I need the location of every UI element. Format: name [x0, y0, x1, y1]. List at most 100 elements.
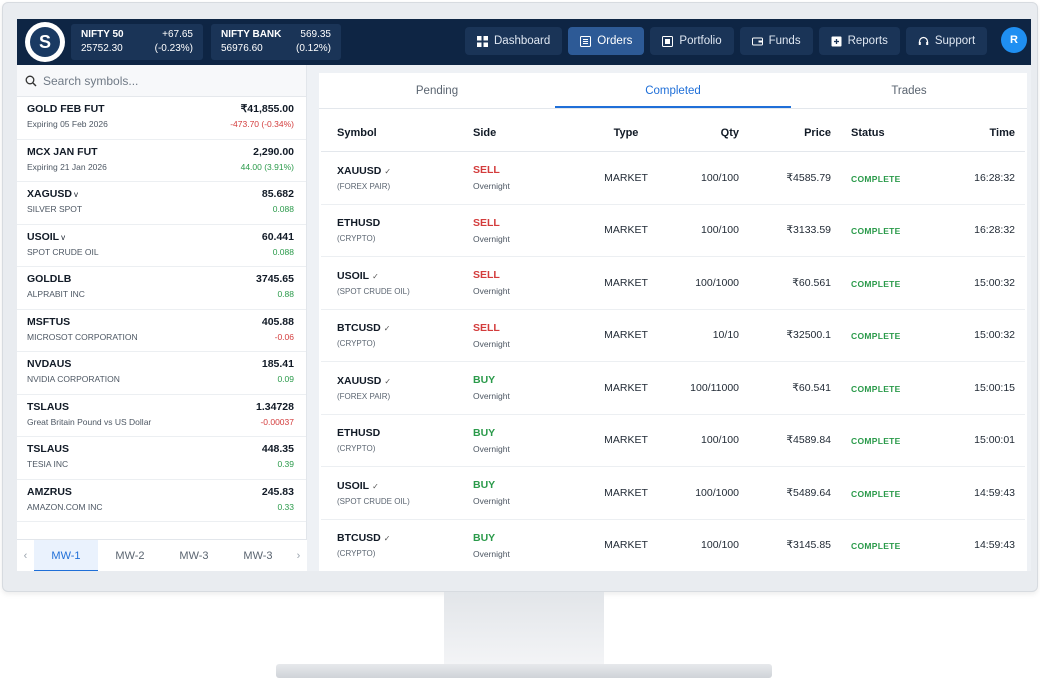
monitor-stand-base — [276, 664, 772, 678]
watchlist-tab[interactable]: MW-3 — [226, 540, 290, 572]
table-row[interactable]: USOIL ✓ (SPOT CRUDE OIL) SELL Overnight MARKE… — [321, 257, 1025, 310]
nav-portfolio[interactable]: Portfolio — [650, 27, 734, 55]
order-qty: 100/100 — [701, 224, 739, 237]
chevron-left-icon[interactable]: ‹ — [17, 550, 34, 562]
watchlist-item[interactable]: USOIL v SPOT CRUDE OIL 60.441 0.088 — [17, 225, 306, 267]
watchlist-item[interactable]: MSFTUS MICROSOT CORPORATION 405.88 -0.06 — [17, 310, 306, 352]
symbol-name: NVDAUS — [27, 358, 72, 370]
order-side: BUY — [473, 479, 496, 492]
order-type: MARKET — [604, 224, 648, 237]
status-badge: COMPLETE — [851, 226, 901, 237]
symbol-name: TSLAUS — [27, 443, 69, 455]
table-row[interactable]: XAUUSD ✓ (FOREX PAIR) SELL Overnight MARKET 10… — [321, 152, 1025, 205]
order-symbol-type: (CRYPTO) — [337, 234, 376, 244]
symbol-price: ₹41,855.00 — [240, 103, 294, 115]
nav-label: Funds — [768, 35, 801, 47]
table-row[interactable]: ETHUSD (CRYPTO) SELL Overnight MARKET 100/100… — [321, 205, 1025, 257]
symbol-change: -0.06 — [274, 331, 294, 342]
col-status[interactable]: Status — [831, 127, 921, 139]
order-qty: 100/100 — [701, 171, 739, 184]
ticker-name: NIFTY BANK — [221, 29, 282, 40]
watchlist-item[interactable]: XAGUSD v SILVER SPOT 85.682 0.088 — [17, 182, 306, 225]
order-product: Overnight — [473, 496, 510, 507]
nav-support[interactable]: Support — [905, 27, 988, 55]
nav-orders[interactable]: Orders — [568, 27, 645, 55]
symbol-price: 3745.65 — [256, 273, 294, 285]
col-price[interactable]: Price — [739, 127, 831, 139]
table-row[interactable]: XAUUSD ✓ (FOREX PAIR) BUY Overnight MARKET 100… — [321, 362, 1025, 415]
order-symbol-type: (CRYPTO) — [337, 339, 376, 349]
symbol-name: USOIL — [27, 230, 60, 243]
order-product: Overnight — [473, 548, 510, 559]
tab-trades[interactable]: Trades — [791, 73, 1027, 108]
symbol-change: 0.09 — [277, 374, 294, 384]
table-row[interactable]: BTCUSD ✓ (CRYPTO) SELL Overnight MARKET 10/10 ₹… — [321, 310, 1025, 362]
watchlist-tab[interactable]: MW-1 — [34, 539, 98, 571]
status-badge: COMPLETE — [851, 331, 901, 342]
watchlist-item[interactable]: TSLAUS Great Britain Pound vs US Dollar 1.… — [17, 395, 306, 437]
col-symbol[interactable]: Symbol — [321, 127, 459, 139]
watchlist: GOLD FEB FUT Expiring 05 Feb 2026 ₹41,855.… — [17, 97, 306, 522]
watchlist-item[interactable]: AMZRUS AMAZON.COM INC 245.83 0.33 — [17, 480, 306, 522]
order-symbol: ETHUSD — [337, 427, 381, 440]
top-bar: S NIFTY 50 +67.65 25752.30 (-0.23%) NIFTY … — [17, 19, 1031, 65]
symbol-price: 1.34728 — [256, 400, 294, 413]
ticker-niftybank[interactable]: NIFTY BANK 569.35 56976.60 (0.12%) — [211, 24, 341, 60]
avatar[interactable]: R — [1001, 27, 1027, 53]
symbol-description: AMAZON.COM INC — [27, 501, 103, 512]
watchlist-tab[interactable]: MW-2 — [98, 540, 162, 572]
table-row[interactable]: USOIL ✓ (SPOT CRUDE OIL) BUY Overnight MARKET… — [321, 467, 1025, 520]
nav-funds[interactable]: Funds — [739, 27, 813, 55]
table-row[interactable]: ETHUSD (CRYPTO) BUY Overnight MARKET 100/100 ₹… — [321, 415, 1025, 467]
order-price: ₹3145.85 — [786, 539, 831, 552]
brand-logo[interactable]: S — [25, 22, 65, 62]
order-time: 15:00:32 — [974, 329, 1015, 342]
orders-tabs: Pending Completed Trades — [319, 73, 1027, 109]
search-input[interactable]: Search symbols... — [43, 74, 138, 88]
order-price: ₹5489.64 — [786, 486, 831, 499]
order-side: SELL — [473, 216, 500, 229]
chevron-down-icon: ✓ — [384, 166, 392, 176]
search-bar[interactable]: Search symbols... — [17, 65, 306, 97]
tab-pending[interactable]: Pending — [319, 73, 555, 108]
watchlist-item[interactable]: MCX JAN FUT Expiring 21 Jan 2026 2,290.00 4… — [17, 140, 306, 182]
order-type: MARKET — [604, 171, 648, 184]
order-side: SELL — [473, 321, 500, 334]
watchlist-item[interactable]: GOLD FEB FUT Expiring 05 Feb 2026 ₹41,855.… — [17, 97, 306, 140]
status-badge: COMPLETE — [851, 173, 901, 184]
ticker-nifty50[interactable]: NIFTY 50 +67.65 25752.30 (-0.23%) — [71, 24, 203, 60]
col-type[interactable]: Type — [563, 127, 659, 139]
order-price: ₹4589.84 — [786, 434, 831, 447]
status-badge: COMPLETE — [851, 436, 901, 447]
chevron-down-icon: v — [73, 190, 78, 199]
nav-reports[interactable]: Reports — [818, 27, 900, 55]
report-icon — [831, 36, 842, 47]
symbol-price: 85.682 — [261, 188, 294, 200]
watchlist-item[interactable]: NVDAUS NVIDIA CORPORATION 185.41 0.09 — [17, 352, 306, 395]
table-row[interactable]: BTCUSD ✓ (CRYPTO) BUY Overnight MARKET 100/100… — [321, 520, 1025, 572]
order-qty: 100/100 — [701, 434, 739, 447]
watchlist-tab[interactable]: MW-3 — [162, 540, 226, 572]
symbol-price: 405.88 — [261, 315, 294, 328]
watchlist-item[interactable]: TSLAUS TESIA INC 448.35 0.39 — [17, 437, 306, 480]
order-price: ₹4585.79 — [786, 171, 831, 184]
symbol-change: 0.088 — [272, 246, 294, 257]
monitor-stand-neck — [444, 592, 604, 664]
col-time[interactable]: Time — [921, 127, 1025, 139]
ticker-change: 569.35 — [300, 29, 331, 40]
order-qty: 100/1000 — [695, 276, 739, 289]
symbol-price: 245.83 — [261, 485, 294, 498]
order-symbol-type: (SPOT CRUDE OIL) — [337, 496, 410, 506]
nav-dashboard[interactable]: Dashboard — [465, 27, 563, 55]
watchlist-item[interactable]: GOLDLB ALPRABIT INC 3745.65 0.88 — [17, 267, 306, 310]
col-side[interactable]: Side — [459, 127, 563, 139]
chevron-right-icon[interactable]: › — [290, 550, 307, 562]
order-symbol-type: (CRYPTO) — [337, 444, 376, 454]
symbol-change: 44.00 (3.91%) — [240, 161, 294, 172]
order-symbol: BTCUSD — [337, 532, 381, 545]
symbol-change: 0.088 — [272, 204, 294, 214]
tab-completed[interactable]: Completed — [555, 73, 791, 108]
order-symbol: ETHUSD — [337, 217, 381, 230]
chevron-down-icon: ✓ — [383, 534, 391, 544]
col-qty[interactable]: Qty — [659, 127, 739, 139]
